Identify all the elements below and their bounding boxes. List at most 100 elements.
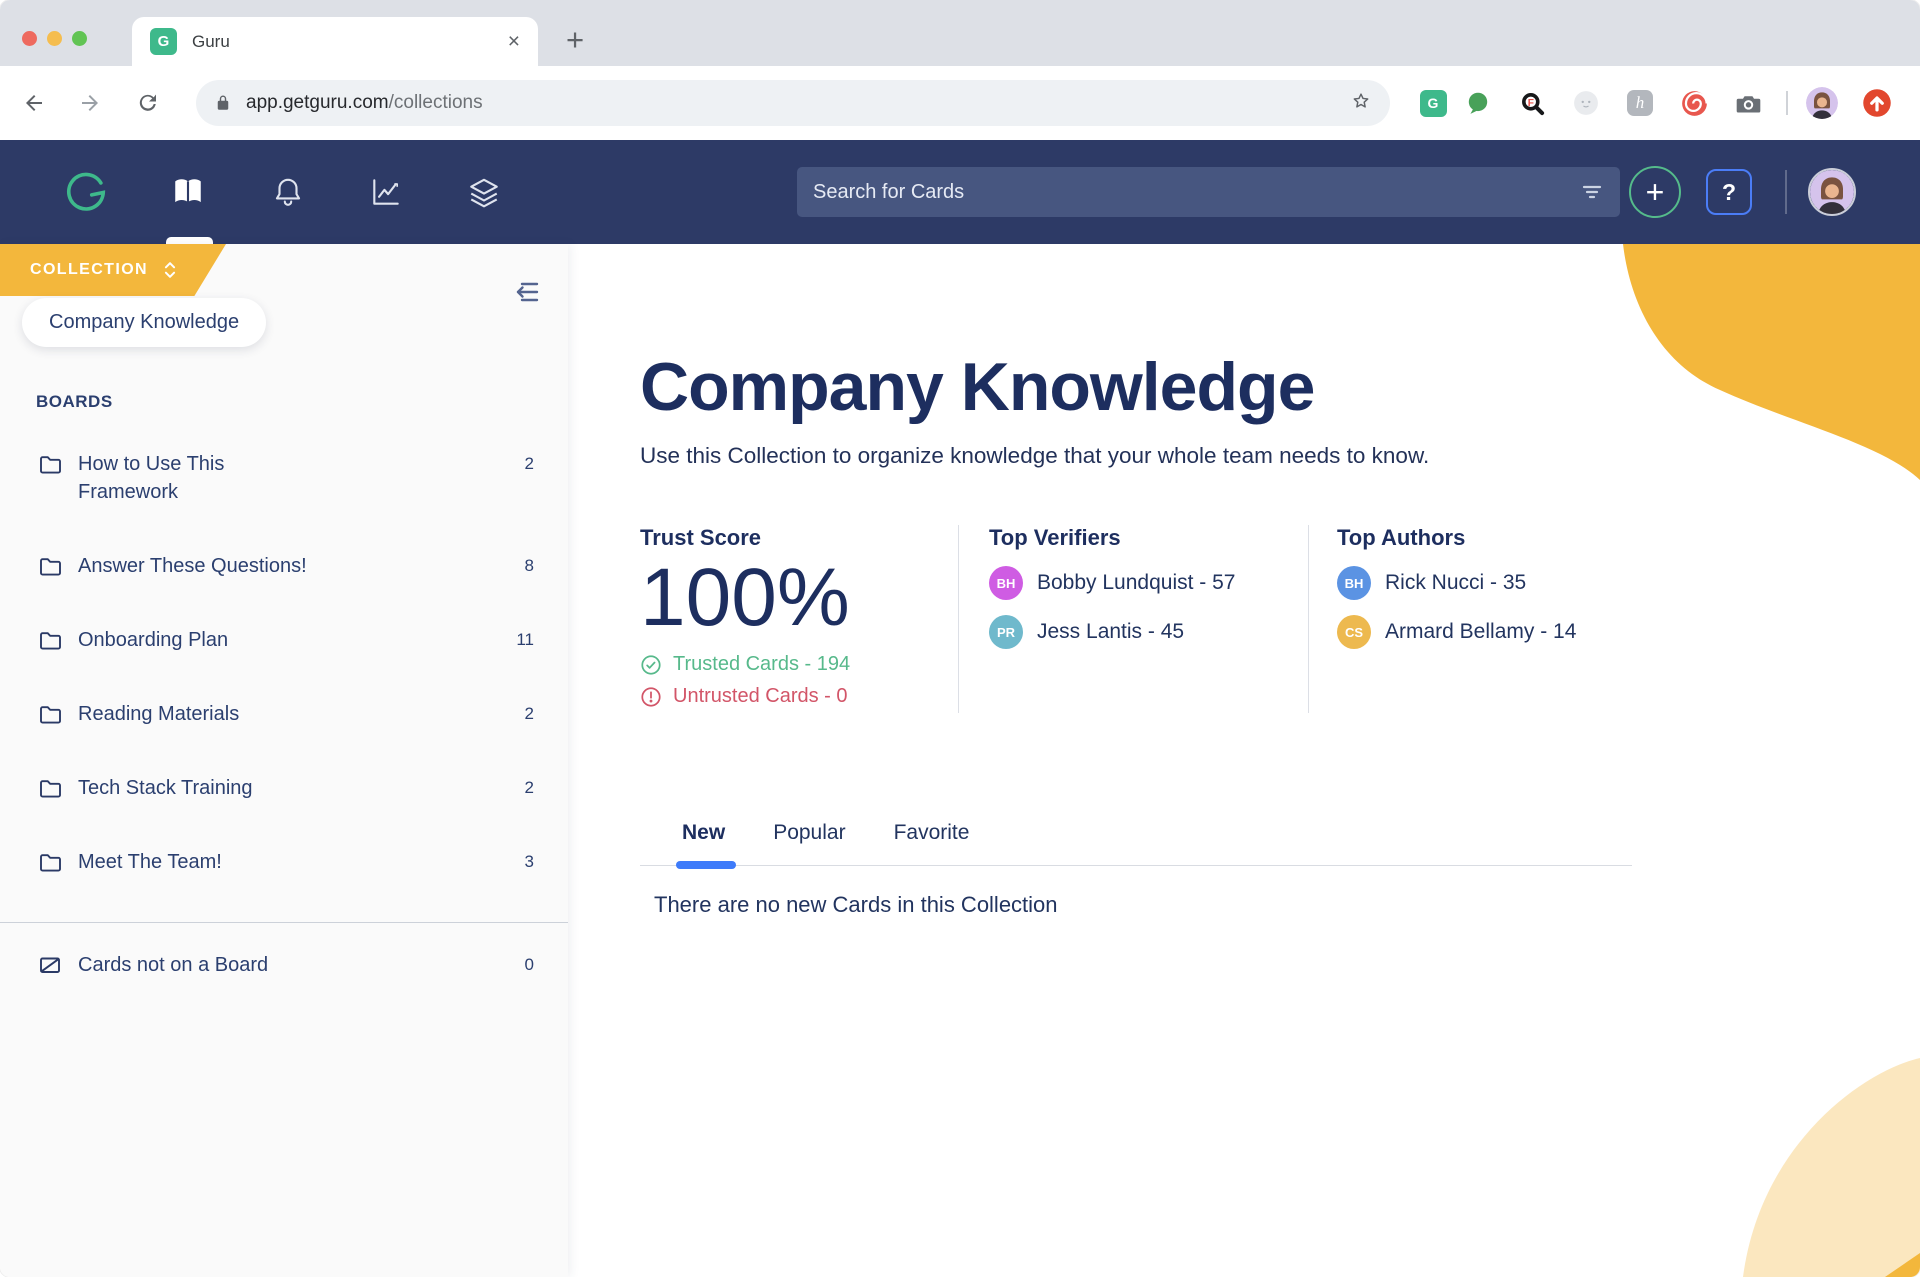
person-label: Bobby Lundquist - 57 bbox=[1037, 571, 1236, 595]
unboarded-cards-icon bbox=[40, 957, 60, 973]
board-list-item[interactable]: Reading Materials 2 bbox=[0, 700, 568, 728]
top-authors-section: Top Authors BH Rick Nucci - 35 CS Armard… bbox=[1309, 525, 1576, 713]
sidebar-divider bbox=[0, 922, 568, 923]
filter-icon[interactable] bbox=[1580, 180, 1604, 204]
trust-score-heading: Trust Score bbox=[640, 525, 762, 551]
person-row[interactable]: BH Rick Nucci - 35 bbox=[1337, 566, 1576, 601]
close-window-button[interactable] bbox=[22, 31, 37, 46]
check-circle-icon bbox=[641, 655, 661, 675]
board-list-item[interactable]: Meet The Team! 3 bbox=[0, 848, 568, 876]
cards-tab[interactable]: Favorite bbox=[894, 821, 970, 855]
knowledge-book-icon[interactable] bbox=[171, 175, 205, 209]
collection-label: COLLECTION bbox=[30, 261, 148, 278]
board-count: 0 bbox=[524, 955, 534, 974]
help-button[interactable]: ? bbox=[1706, 169, 1752, 215]
folder-icon bbox=[40, 706, 61, 724]
collapse-sidebar-icon[interactable] bbox=[513, 280, 540, 304]
person-row[interactable]: CS Armard Bellamy - 14 bbox=[1337, 615, 1577, 650]
face-extension-icon[interactable] bbox=[1572, 89, 1600, 117]
board-label: How to Use This Framework bbox=[78, 453, 225, 503]
tab-close-icon[interactable]: × bbox=[508, 30, 520, 54]
new-tab-button[interactable]: + bbox=[566, 24, 584, 56]
browser-toolbar: app.getguru.com/collections G F h bbox=[0, 66, 1920, 140]
trust-score-value: 100% bbox=[640, 552, 850, 644]
browser-profile-avatar[interactable] bbox=[1806, 87, 1838, 119]
person-avatar: BH bbox=[1337, 566, 1371, 601]
address-bar[interactable]: app.getguru.com/collections bbox=[196, 80, 1390, 126]
board-count: 8 bbox=[524, 556, 534, 575]
trusted-cards-label: Trusted Cards - 194 bbox=[673, 653, 851, 676]
reload-button[interactable] bbox=[136, 91, 160, 115]
guru-extension-icon[interactable]: G bbox=[1419, 89, 1447, 117]
browser-tab[interactable]: G Guru × bbox=[132, 17, 538, 66]
collection-main: Company Knowledge Use this Collection to… bbox=[568, 244, 1920, 1277]
cards-not-on-board-item[interactable]: Cards not on a Board 0 bbox=[0, 951, 568, 979]
url-path: /collections bbox=[388, 92, 483, 113]
boards-heading: BOARDS bbox=[36, 392, 113, 411]
pinwheel-extension-icon[interactable] bbox=[1680, 89, 1708, 117]
user-avatar[interactable] bbox=[1808, 168, 1856, 216]
create-card-button[interactable]: + bbox=[1629, 166, 1681, 218]
collection-sidebar: COLLECTION Company Knowledge BOARDS How … bbox=[0, 244, 568, 1277]
current-collection-pill[interactable]: Company Knowledge bbox=[22, 298, 267, 347]
board-list-item[interactable]: How to Use This Framework 2 bbox=[0, 450, 568, 506]
decorative-blob-top-right bbox=[1623, 244, 1920, 480]
sort-chevrons-icon bbox=[164, 262, 176, 278]
verifiers-list: BH Bobby Lundquist - 57 PR Jess Lantis -… bbox=[989, 566, 1308, 650]
board-list-item[interactable]: Onboarding Plan 11 bbox=[0, 626, 568, 654]
forward-button[interactable] bbox=[78, 91, 102, 115]
url-text: app.getguru.com/collections bbox=[246, 92, 483, 114]
lock-icon bbox=[217, 95, 229, 110]
upload-arrow-icon[interactable] bbox=[1862, 88, 1892, 118]
card-search-bar[interactable] bbox=[797, 167, 1620, 217]
tabs-divider bbox=[640, 865, 1632, 867]
cards-tabs: New Popular Favorite bbox=[640, 821, 1632, 855]
folder-icon bbox=[40, 456, 61, 474]
guru-favicon-icon: G bbox=[150, 28, 177, 55]
browser-window: G Guru × + app.getguru.com/collections G bbox=[0, 0, 1920, 1277]
person-row[interactable]: BH Bobby Lundquist - 57 bbox=[989, 566, 1308, 601]
person-label: Armard Bellamy - 14 bbox=[1385, 620, 1577, 644]
board-label: Reading Materials bbox=[78, 703, 240, 725]
top-verifiers-heading: Top Verifiers bbox=[989, 525, 1121, 551]
board-count: 2 bbox=[524, 704, 534, 723]
board-count: 2 bbox=[524, 454, 534, 473]
board-count: 2 bbox=[524, 778, 534, 797]
window-controls bbox=[22, 31, 87, 46]
folder-icon bbox=[40, 558, 61, 576]
honey-extension-icon[interactable]: h bbox=[1626, 89, 1654, 117]
search-input[interactable] bbox=[813, 180, 1580, 204]
trust-score-section: Trust Score 100% Trusted Cards - 194 Unt… bbox=[640, 525, 958, 713]
boards-list: How to Use This Framework 2 Answer These… bbox=[0, 450, 568, 876]
cards-tabs-block: New Popular Favorite bbox=[640, 821, 1632, 870]
person-avatar: CS bbox=[1337, 615, 1371, 650]
untrusted-cards-row[interactable]: Untrusted Cards - 0 bbox=[640, 685, 958, 708]
magnifier-extension-icon[interactable]: F bbox=[1518, 89, 1546, 117]
trusted-cards-row[interactable]: Trusted Cards - 194 bbox=[640, 653, 958, 676]
person-avatar: BH bbox=[989, 566, 1023, 601]
collection-switcher[interactable]: COLLECTION bbox=[0, 244, 226, 296]
person-row[interactable]: PR Jess Lantis - 45 bbox=[989, 615, 1308, 650]
board-list-item[interactable]: Answer These Questions! 8 bbox=[0, 552, 568, 580]
active-nav-indicator bbox=[166, 237, 213, 244]
chat-bubble-extension-icon[interactable] bbox=[1464, 89, 1492, 117]
camera-extension-icon[interactable] bbox=[1734, 89, 1762, 117]
board-label: Cards not on a Board bbox=[78, 954, 269, 976]
folder-icon bbox=[40, 854, 61, 872]
collection-stats: Trust Score 100% Trusted Cards - 194 Unt… bbox=[640, 525, 1920, 714]
cards-tab[interactable]: Popular bbox=[773, 821, 845, 855]
guru-logo-icon[interactable] bbox=[63, 169, 109, 215]
url-host: app.getguru.com bbox=[246, 92, 389, 113]
bookmark-star-icon[interactable] bbox=[1350, 90, 1372, 117]
collections-layers-icon[interactable] bbox=[467, 175, 501, 209]
analytics-chart-icon[interactable] bbox=[369, 175, 403, 209]
zoom-window-button[interactable] bbox=[72, 31, 87, 46]
cards-tab[interactable]: New bbox=[682, 821, 725, 855]
minimize-window-button[interactable] bbox=[47, 31, 62, 46]
active-tab-underline bbox=[676, 861, 736, 870]
folder-icon bbox=[40, 780, 61, 798]
browser-tab-strip: G Guru × + bbox=[0, 0, 1920, 66]
notifications-bell-icon[interactable] bbox=[271, 175, 305, 209]
back-button[interactable] bbox=[22, 91, 46, 115]
board-list-item[interactable]: Tech Stack Training 2 bbox=[0, 774, 568, 802]
